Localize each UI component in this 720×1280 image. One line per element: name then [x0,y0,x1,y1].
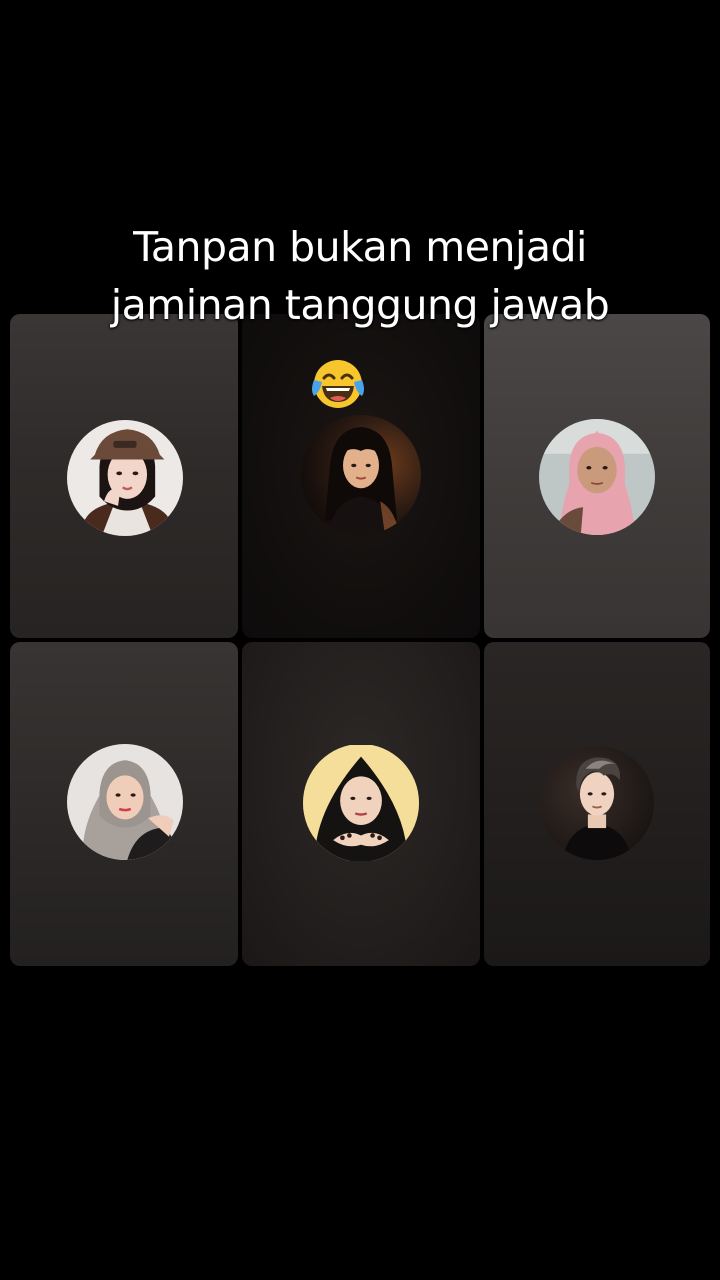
video-call-screen: Tanpan bukan menjadi jaminan tanggung ja… [0,0,720,1280]
participant-tile-5[interactable] [242,642,480,966]
caption-text: Tanpan bukan menjadi jaminan tanggung ja… [0,218,720,334]
participant-tile-3[interactable] [484,314,710,638]
avatar-woman-grey-hijab-icon [67,744,183,860]
participant-tile-1[interactable] [10,314,238,638]
caption-line-1: Tanpan bukan menjadi [133,223,587,271]
caption-line-2: jaminan tanggung jawab [110,281,610,329]
avatar-woman-dark-hair-icon [301,415,421,535]
participant-tile-4[interactable] [10,642,238,966]
avatar-woman-black-hijab-icon [303,744,419,862]
participant-tile-6[interactable] [484,642,710,966]
face-with-tears-of-joy-icon [308,356,368,412]
avatar-woman-pink-hijab-icon [539,419,655,535]
avatar-man-dark-suit-icon [540,746,654,860]
avatar-woman-cap-icon [67,420,183,536]
